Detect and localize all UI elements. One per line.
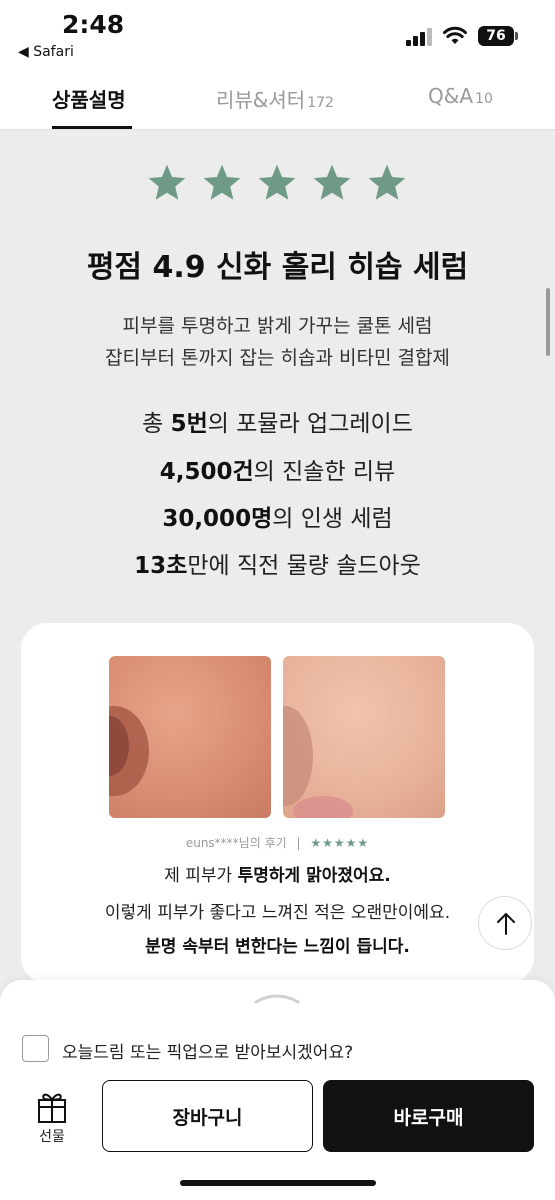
status-time: 2:48 [62, 10, 125, 39]
review-line: 제 피부가 투명하게 맑아졌어요. [164, 866, 391, 886]
review-line: 분명 속부터 변한다는 느낌이 듭니다. [145, 937, 410, 957]
scroll-top-button[interactable] [478, 896, 532, 950]
status-bar: 2:48 ◀ Safari 76 [0, 0, 555, 70]
reviewer-info: euns****님의 후기 | ★★★★★ [21, 834, 534, 851]
product-subline: 잡티부터 톤까지 잡는 히솝과 비타민 결합제 [105, 347, 450, 369]
star-icon [258, 164, 296, 200]
gift-icon [38, 1093, 66, 1123]
stat-line: 4,500건의 진솔한 리뷰 [159, 459, 396, 485]
signal-icon [406, 28, 434, 46]
after-photo [283, 656, 445, 818]
rating-stars [146, 162, 410, 212]
scrollbar[interactable] [546, 288, 550, 356]
tab-reviews[interactable]: 리뷰&셔터 172 [216, 84, 334, 113]
arrow-up-icon [497, 913, 515, 935]
wifi-icon [443, 26, 467, 44]
purchase-sheet: 오늘드림 또는 픽업으로 받아보시겠어요? 선물 장바구니 바로구매 [0, 980, 555, 1200]
review-line: 이렇게 피부가 좋다고 느껴진 적은 오랜만이에요. [104, 903, 451, 923]
product-headline: 평점 4.9 신화 홀리 히솝 세럼 [86, 250, 469, 285]
tab-count: 172 [307, 95, 334, 111]
pickup-checkbox-label: 오늘드림 또는 픽업으로 받아보시겠어요? [62, 1043, 354, 1063]
stat-line: 총 5번의 포뮬라 업그레이드 [142, 411, 413, 437]
before-photo [109, 656, 271, 818]
tab-label: 상품설명 [52, 88, 126, 112]
product-subline: 피부를 투명하고 밝게 가꾸는 쿨톤 세럼 [122, 315, 433, 337]
separator: | [296, 836, 301, 850]
product-tabs: 상품설명 리뷰&셔터 172 Q&A 10 [0, 70, 555, 130]
add-to-cart-button[interactable]: 장바구니 [102, 1080, 313, 1152]
chevron-up-icon[interactable] [254, 992, 300, 1004]
pickup-checkbox[interactable] [22, 1035, 49, 1062]
stat-line: 13초만에 직전 물량 솔드아웃 [134, 553, 421, 579]
battery-icon: 76 [478, 26, 514, 46]
star-icon [203, 164, 241, 200]
tab-description[interactable]: 상품설명 [52, 84, 126, 113]
buy-now-button[interactable]: 바로구매 [323, 1080, 534, 1152]
star-icon [148, 164, 186, 200]
home-indicator [180, 1180, 376, 1186]
star-icon [368, 164, 406, 200]
star-icon [313, 164, 351, 200]
gift-button[interactable]: 선물 [28, 1090, 76, 1152]
tab-qna[interactable]: Q&A 10 [428, 84, 493, 108]
stat-line: 30,000명의 인생 세럼 [162, 506, 393, 532]
active-tab-indicator [52, 126, 132, 129]
review-card: euns****님의 후기 | ★★★★★ 제 피부가 투명하게 맑아졌어요. … [21, 623, 534, 983]
tab-label: 리뷰&셔터 [216, 88, 306, 112]
reviewer-name: euns****님의 후기 [185, 836, 287, 850]
tab-count: 10 [475, 91, 493, 107]
battery-tip [515, 32, 518, 40]
gift-label: 선물 [39, 1129, 65, 1145]
review-stars: ★★★★★ [310, 836, 370, 850]
tab-label: Q&A [428, 84, 474, 108]
back-to-safari-link[interactable]: ◀ Safari [18, 44, 74, 60]
